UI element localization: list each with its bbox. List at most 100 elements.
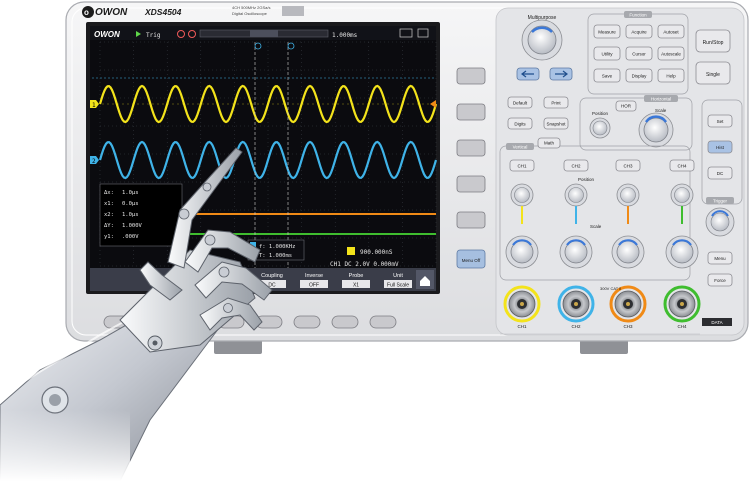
svg-text:Digits: Digits	[514, 122, 526, 127]
function-key-acquire[interactable]: Acquire	[625, 24, 653, 39]
function-key-help[interactable]: Help	[657, 68, 685, 83]
channel-1-button[interactable]: CH1	[509, 159, 535, 172]
channel-2-position-knob[interactable]	[564, 183, 588, 207]
channel-4-button[interactable]: CH4	[669, 159, 695, 172]
trigger-level-knob[interactable]	[705, 207, 735, 237]
bottom-menu-button[interactable]	[369, 315, 397, 329]
function-key-measure[interactable]: Measure	[593, 24, 621, 39]
function-key-display[interactable]: Display	[625, 68, 653, 83]
horizontal-scale-knob[interactable]	[638, 112, 674, 148]
channel-3-button[interactable]: CH3	[615, 159, 641, 172]
function-key-label: Acquire	[631, 30, 647, 35]
channel-2-button[interactable]: CH2	[563, 159, 589, 172]
side-menu-button[interactable]	[456, 211, 486, 229]
foot-right	[580, 340, 628, 354]
horizontal-position-knob[interactable]	[589, 117, 611, 139]
trigger-menu-button[interactable]: Menu	[707, 251, 733, 265]
svg-text:Menu Off: Menu Off	[462, 258, 481, 263]
trigger-key-dc[interactable]: DC	[707, 166, 733, 180]
bnc-input-ch3[interactable]	[609, 285, 647, 323]
svg-text:2: 2	[92, 158, 96, 165]
svg-text:Horizontal: Horizontal	[651, 97, 671, 102]
run-stop-button[interactable]: Run/Stop	[695, 29, 731, 53]
channel-3-scale-knob[interactable]	[611, 235, 645, 269]
svg-text:OWON: OWON	[95, 7, 128, 18]
home-button[interactable]	[416, 270, 434, 289]
cursor-readout-label: ΔY:	[104, 223, 114, 229]
status-right: 900.000nS	[347, 247, 393, 256]
side-menu-button[interactable]	[456, 103, 486, 121]
right-arrow-button[interactable]	[549, 67, 573, 81]
cursor-readout-value: 1.0µs	[122, 212, 139, 218]
function-key-utility[interactable]: Utility	[593, 46, 621, 61]
side-menu-button[interactable]	[456, 67, 486, 85]
function-key-save[interactable]: Save	[593, 68, 621, 83]
bottom-menu-button[interactable]	[331, 315, 359, 329]
digits-button[interactable]: Digits	[507, 117, 533, 130]
cursor-readout-value: 1.0µs	[122, 190, 139, 196]
svg-text:Force: Force	[714, 278, 726, 283]
brand-subtitle-1: 4CH 500MHz 2GSa/s	[232, 5, 270, 10]
svg-text:T: 1.000ms: T: 1.000ms	[259, 253, 292, 259]
math-button[interactable]: Math	[537, 137, 561, 149]
function-key-cursor[interactable]: Cursor	[625, 46, 653, 61]
side-menu-button[interactable]	[456, 175, 486, 193]
side-menu-button[interactable]	[456, 139, 486, 157]
brand-subtitle-2: Digital Oscilloscope	[232, 11, 268, 16]
trigger-key-label: Set	[717, 119, 725, 124]
function-key-label: Display	[632, 74, 648, 79]
svg-text:Trig: Trig	[146, 32, 161, 39]
bnc-label: CH3	[623, 324, 632, 329]
bnc-label: CH1	[517, 324, 526, 329]
multipurpose-knob[interactable]	[521, 19, 563, 61]
force-button[interactable]: Force	[707, 273, 733, 287]
single-button[interactable]: Single	[695, 61, 731, 85]
svg-text:f: 1.000KHz: f: 1.000KHz	[259, 244, 295, 250]
cursor-readout-label: x2:	[104, 212, 114, 218]
left-arrow-button[interactable]	[516, 67, 540, 81]
channel-1-scale-knob[interactable]	[505, 235, 539, 269]
snapshot-button[interactable]: Snapshot	[543, 117, 569, 130]
channel-4-position-knob[interactable]	[670, 183, 694, 207]
soft-menu-title: Inverse	[305, 273, 323, 279]
function-key-autoscale[interactable]: Autoscale	[657, 46, 685, 61]
cursor-readout-value: 0.0µs	[122, 201, 139, 207]
bnc-input-ch4[interactable]	[663, 285, 701, 323]
channel-3-position-knob[interactable]	[616, 183, 640, 207]
horizontal-menu-button[interactable]: HOR	[615, 100, 637, 112]
menu-off-button[interactable]: Menu Off	[456, 249, 486, 269]
trigger-key-set[interactable]: Set	[707, 114, 733, 128]
cursor-readout-label: x1:	[104, 201, 114, 207]
soft-menu-title: Unit	[393, 273, 403, 279]
function-key-label: Save	[602, 74, 613, 79]
function-key-label: Utility	[602, 52, 614, 57]
channel-key-label: CH2	[571, 164, 580, 169]
model-name: XDS4504	[144, 7, 182, 17]
function-key-label: Cursor	[632, 52, 646, 57]
cursor-readout-label: y1:	[104, 234, 114, 240]
oscilloscope-illustration: o OWON XDS4504 4CH 500MHz 2GSa/s Digital…	[0, 1, 749, 481]
default-button[interactable]: Default	[507, 96, 533, 109]
bnc-label: CH4	[677, 324, 686, 329]
screen-top-bar: OWON Trig 1.000ms	[90, 26, 436, 40]
bnc-input-ch1[interactable]	[503, 285, 541, 323]
channel-2-scale-knob[interactable]	[559, 235, 593, 269]
svg-text:Function: Function	[629, 13, 647, 18]
bottom-menu-button[interactable]	[293, 315, 321, 329]
trigger-key-label: DC	[717, 171, 724, 176]
print-button[interactable]: Print	[543, 96, 569, 109]
foot-left	[214, 340, 262, 354]
trigger-key-hist[interactable]: Hist	[707, 140, 733, 154]
svg-text:OWON: OWON	[94, 30, 120, 39]
brand-logo: o OWON	[82, 6, 128, 18]
channel-1-position-knob[interactable]	[510, 183, 534, 207]
function-key-label: Autoset	[663, 30, 679, 35]
channel-key-label: CH3	[623, 164, 632, 169]
svg-text:Position: Position	[592, 111, 609, 116]
channel-4-scale-knob[interactable]	[665, 235, 699, 269]
svg-text:Run/Stop: Run/Stop	[703, 40, 724, 46]
function-key-autoset[interactable]: Autoset	[657, 24, 685, 39]
bottom-status: CH1 DC 2.0V 0.000mV	[330, 261, 399, 268]
svg-text:HOR: HOR	[621, 104, 632, 109]
bnc-input-ch2[interactable]	[557, 285, 595, 323]
